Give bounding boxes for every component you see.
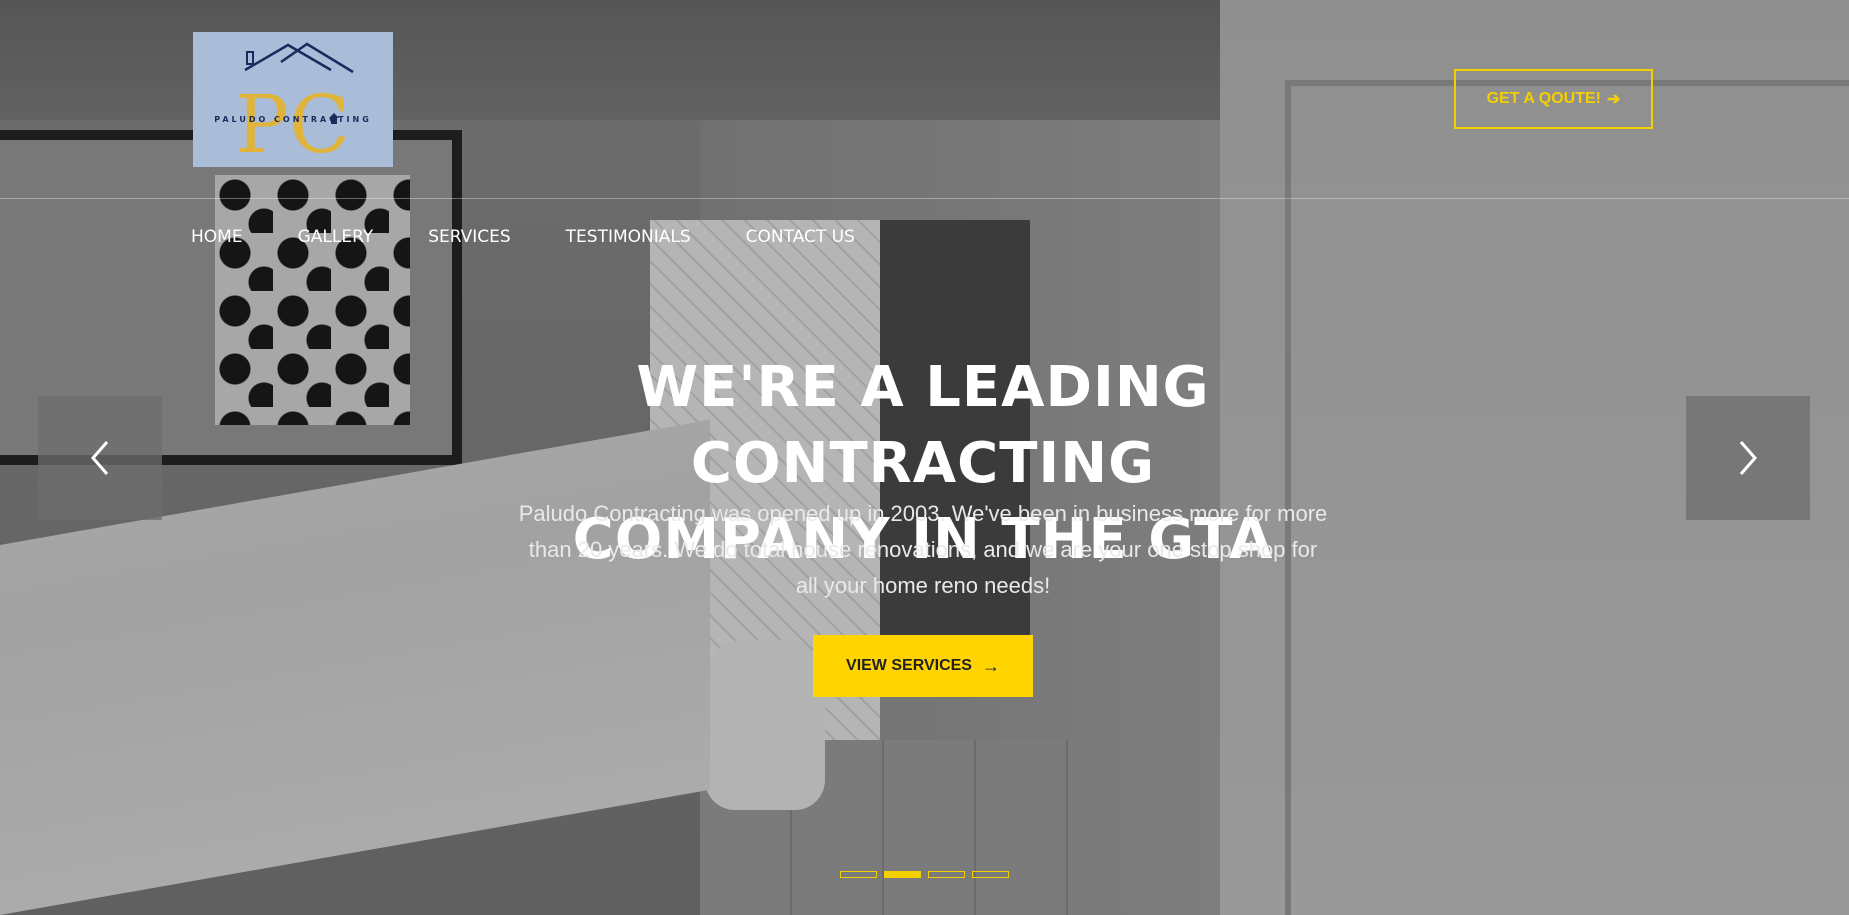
nav-item-gallery[interactable]: GALLERY xyxy=(298,227,374,247)
arrow-right-icon: → xyxy=(981,655,1000,676)
slider-dot-1[interactable] xyxy=(840,871,877,878)
slider-prev-button[interactable] xyxy=(38,396,162,520)
slider-next-button[interactable] xyxy=(1686,396,1810,520)
chevron-left-icon xyxy=(91,441,109,475)
nav-item-home[interactable]: HOME xyxy=(191,227,243,247)
hero-description: Paludo Contracting was opened up in 2003… xyxy=(518,501,1328,598)
hero-title-line-1: WE'RE A LEADING CONTRACTING xyxy=(636,355,1210,496)
slider-dot-3[interactable] xyxy=(928,871,965,878)
hero-section: P C PALUDO CONTRACTING GET A QOUTE! ➔ HO… xyxy=(0,0,1849,915)
header-divider xyxy=(0,198,1849,199)
slider-pagination xyxy=(840,871,1009,878)
site-logo[interactable]: P C PALUDO CONTRACTING xyxy=(193,32,393,167)
main-nav: HOME GALLERY SERVICES TESTIMONIALS CONTA… xyxy=(191,227,910,247)
slider-dot-4[interactable] xyxy=(972,871,1009,878)
view-services-label: VIEW SERVICES xyxy=(846,657,972,674)
get-quote-label: GET A QOUTE! xyxy=(1486,90,1601,107)
arrow-right-icon: ➔ xyxy=(1606,91,1621,108)
get-quote-button[interactable]: GET A QOUTE! ➔ xyxy=(1454,69,1653,129)
view-services-button[interactable]: VIEW SERVICES → xyxy=(813,635,1033,697)
nav-item-testimonials[interactable]: TESTIMONIALS xyxy=(566,227,691,247)
logo-wordmark: PALUDO CONTRACTING xyxy=(214,115,372,124)
logo-graphic: P C xyxy=(235,42,354,167)
nav-item-services[interactable]: SERVICES xyxy=(428,227,510,247)
chevron-right-icon xyxy=(1739,441,1757,475)
slider-dot-2[interactable] xyxy=(884,871,921,878)
nav-item-contact-us[interactable]: CONTACT US xyxy=(746,227,855,247)
